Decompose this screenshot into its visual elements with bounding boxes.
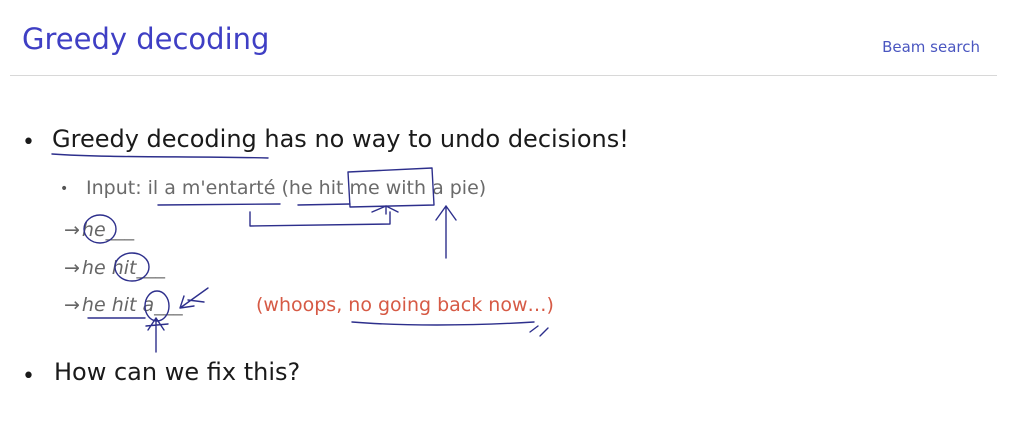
whoops-note: (whoops, no going back now…)	[256, 294, 554, 316]
step-arrow: →	[64, 219, 80, 241]
input-line: Input: il a m'entarté (he hit me with a …	[86, 177, 486, 199]
sub-bullet-dot: •	[60, 181, 69, 197]
underline-greedy-decoding	[51, 153, 269, 159]
up-arrow-icon	[435, 205, 457, 259]
step-blank: ___	[154, 294, 183, 316]
section-tag[interactable]: Beam search	[882, 38, 980, 56]
step-arrow: →	[64, 257, 80, 279]
bullet-dot: •	[22, 130, 35, 155]
slide-title: Greedy decoding	[22, 22, 270, 56]
bullet-fix: How can we fix this?	[54, 358, 301, 386]
input-source: il a m'entarté	[147, 177, 276, 199]
step-words: he hit a	[81, 294, 155, 316]
squiggle-note	[529, 325, 549, 337]
input-translation: (he hit me with a pie)	[281, 177, 487, 199]
step-words: he	[81, 219, 106, 241]
step-words: he hit	[81, 257, 137, 279]
underline-note	[351, 321, 535, 326]
step-arrow: →	[64, 294, 80, 316]
step-blank: ___	[136, 257, 165, 279]
alignment-bracket	[249, 211, 391, 227]
underline-he-hit	[297, 203, 351, 206]
title-divider	[10, 75, 997, 76]
underline-source	[157, 203, 281, 206]
bullet-dot: •	[22, 364, 35, 389]
step-blank: ___	[105, 219, 135, 241]
up-arrow-a-icon	[145, 317, 169, 353]
diagonal-arrow-icon	[179, 287, 209, 309]
step-1: → he___	[64, 219, 134, 241]
bullet-greedy: Greedy decoding has no way to undo decis…	[52, 125, 629, 153]
input-prefix: Input:	[86, 177, 148, 199]
box-arrow-icon	[371, 205, 399, 215]
step-3: → he hit a___	[64, 294, 183, 316]
step-2: → he hit___	[64, 257, 165, 279]
